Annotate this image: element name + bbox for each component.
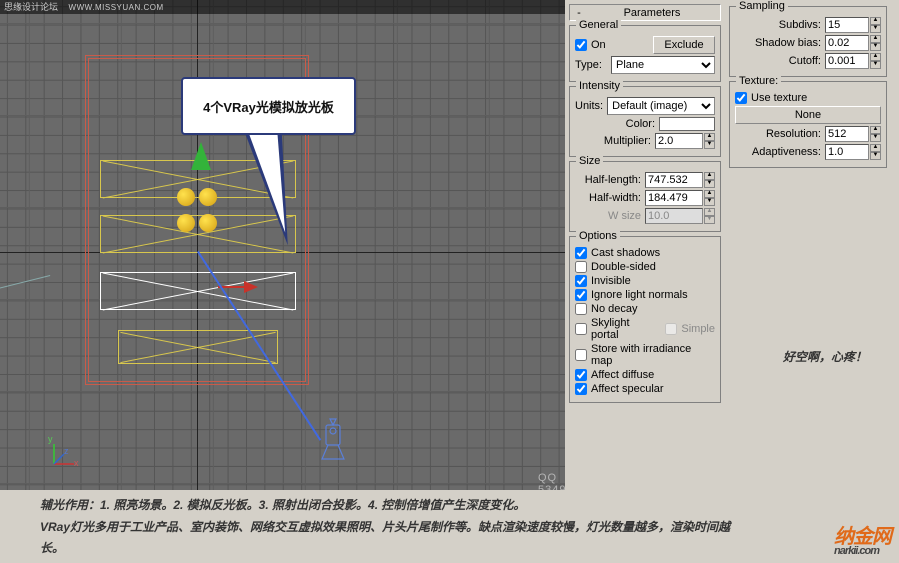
label-use-texture: Use texture — [751, 92, 807, 104]
group-options-label: Options — [576, 230, 620, 242]
axis-z-label: z — [64, 446, 69, 456]
label-units: Units: — [575, 100, 603, 112]
label-type: Type: — [575, 59, 602, 71]
half-width-input[interactable]: 184.479 — [645, 190, 703, 206]
subdivs-input[interactable]: 15 — [825, 17, 869, 33]
site-name: 思缘设计论坛 — [4, 2, 58, 12]
group-sampling: Sampling Subdivs:15▲▼ Shadow bias:0.02▲▼… — [729, 6, 887, 77]
checkbox-double-sided[interactable] — [575, 261, 587, 273]
label-half-length: Half-length: — [585, 174, 641, 186]
viewport[interactable]: 思缘设计论坛 WWW.MISSYUAN.COM .rect .diag::bef… — [0, 0, 565, 490]
move-gizmo[interactable] — [185, 160, 225, 240]
label-cutoff: Cutoff: — [789, 55, 821, 67]
footer-text: 辅光作用：1. 照亮场景。2. 模拟反光板。3. 照射出闭合投影。4. 控制倍增… — [40, 495, 749, 560]
site-url: WWW.MISSYUAN.COM — [69, 3, 164, 12]
rollout-toggle-icon: - — [574, 7, 584, 19]
gizmo-y-cone — [191, 142, 211, 170]
label-cast-shadows: Cast shadows — [591, 247, 660, 259]
axis-y-label: y — [48, 434, 53, 444]
group-general-label: General — [576, 19, 621, 31]
checkbox-affect-specular[interactable] — [575, 383, 587, 395]
group-intensity-label: Intensity — [576, 80, 623, 92]
half-length-input[interactable]: 747.532 — [645, 172, 703, 188]
footer-line-1: 辅光作用：1. 照亮场景。2. 模拟反光板。3. 照射出闭合投影。4. 控制倍增… — [40, 495, 749, 517]
vray-light-selected[interactable] — [100, 272, 296, 310]
checkbox-simple — [665, 323, 677, 335]
label-affect-diffuse: Affect diffuse — [591, 369, 654, 381]
w-size-input: 10.0 — [645, 208, 703, 224]
label-skylight-portal: Skylight portal — [591, 317, 658, 341]
label-no-decay: No decay — [591, 303, 637, 315]
checkbox-cast-shadows[interactable] — [575, 247, 587, 259]
vray-light-3[interactable] — [118, 330, 278, 364]
gizmo-sphere-3 — [177, 214, 195, 232]
units-select[interactable]: Default (image) — [607, 97, 715, 115]
footer-line-2: VRay灯光多用于工业产品、室内装饰、网络交互虚拟效果照明、片头片尾制作等。缺点… — [40, 517, 749, 560]
cutoff-input[interactable]: 0.001 — [825, 53, 869, 69]
w-size-spinner: ▲▼ — [704, 208, 715, 224]
group-general: General On Exclude Type: Plane — [569, 25, 721, 82]
label-store-irr: Store with irradiance map — [591, 343, 715, 367]
label-ignore-normals: Ignore light normals — [591, 289, 688, 301]
adaptiveness-spinner[interactable]: ▲▼ — [870, 144, 881, 160]
watermark-qq: QQ 53492196 — [538, 472, 565, 490]
gizmo-sphere-4 — [199, 214, 217, 232]
checkbox-affect-diffuse[interactable] — [575, 369, 587, 381]
callout-bubble: 4个VRay光模拟放光板 — [181, 77, 356, 135]
rollout-title: Parameters — [588, 7, 716, 19]
half-width-spinner[interactable]: ▲▼ — [704, 190, 715, 206]
half-length-spinner[interactable]: ▲▼ — [704, 172, 715, 188]
resolution-input[interactable]: 512 — [825, 126, 869, 142]
checkbox-skylight-portal[interactable] — [575, 323, 587, 335]
cutoff-spinner[interactable]: ▲▼ — [870, 53, 881, 69]
shadow-bias-spinner[interactable]: ▲▼ — [870, 35, 881, 51]
group-size: Size Half-length: 747.532▲▼ Half-width: … — [569, 161, 721, 232]
label-multiplier: Multiplier: — [604, 135, 651, 147]
camera-icon[interactable] — [310, 415, 360, 465]
checkbox-invisible[interactable] — [575, 275, 587, 287]
gizmo-sphere-1 — [177, 188, 195, 206]
multiplier-input[interactable]: 2.0 — [655, 133, 703, 149]
axis-tripod: x y z — [50, 440, 78, 468]
checkbox-no-decay[interactable] — [575, 303, 587, 315]
label-half-width: Half-width: — [589, 192, 641, 204]
label-color: Color: — [626, 118, 655, 130]
group-sampling-label: Sampling — [736, 0, 788, 12]
color-swatch[interactable] — [659, 117, 715, 131]
type-select[interactable]: Plane — [611, 56, 715, 74]
resolution-spinner[interactable]: ▲▼ — [870, 126, 881, 142]
group-size-label: Size — [576, 155, 603, 167]
label-double-sided: Double-sided — [591, 261, 656, 273]
label-simple: Simple — [681, 323, 715, 335]
side-note: 好空啊，心疼！ — [783, 348, 867, 365]
checkbox-on[interactable] — [575, 39, 587, 51]
checkbox-store-irr[interactable] — [575, 349, 587, 361]
label-resolution: Resolution: — [766, 128, 821, 140]
callout-text: 4个VRay光模拟放光板 — [203, 97, 334, 116]
url-bar: 思缘设计论坛 WWW.MISSYUAN.COM — [0, 0, 565, 14]
checkbox-ignore-normals[interactable] — [575, 289, 587, 301]
gizmo-sphere-2 — [199, 188, 217, 206]
exclude-button[interactable]: Exclude — [653, 36, 715, 54]
label-adaptiveness: Adaptiveness: — [752, 146, 821, 158]
checkbox-use-texture[interactable] — [735, 92, 747, 104]
subdivs-spinner[interactable]: ▲▼ — [870, 17, 881, 33]
shadow-bias-input[interactable]: 0.02 — [825, 35, 869, 51]
multiplier-spinner[interactable]: ▲▼ — [704, 133, 715, 149]
label-w-size: W size — [608, 210, 641, 222]
label-invisible: Invisible — [591, 275, 631, 287]
group-texture-label: Texture: — [736, 75, 781, 87]
group-intensity: Intensity Units: Default (image) Color: … — [569, 86, 721, 157]
label-shadow-bias: Shadow bias: — [755, 37, 821, 49]
group-texture: Texture: Use texture None Resolution:512… — [729, 81, 887, 168]
group-options: Options Cast shadows Double-sided Invisi… — [569, 236, 721, 403]
logo: 纳金网 narkii.com — [834, 520, 891, 557]
parameter-panels: - Parameters General On Exclude Type: Pl… — [565, 0, 899, 490]
label-subdivs: Subdivs: — [779, 19, 821, 31]
axis-x-label: x — [74, 458, 79, 468]
adaptiveness-input[interactable]: 1.0 — [825, 144, 869, 160]
label-affect-specular: Affect specular — [591, 383, 664, 395]
texture-none-button[interactable]: None — [735, 106, 881, 124]
label-on: On — [591, 39, 606, 51]
